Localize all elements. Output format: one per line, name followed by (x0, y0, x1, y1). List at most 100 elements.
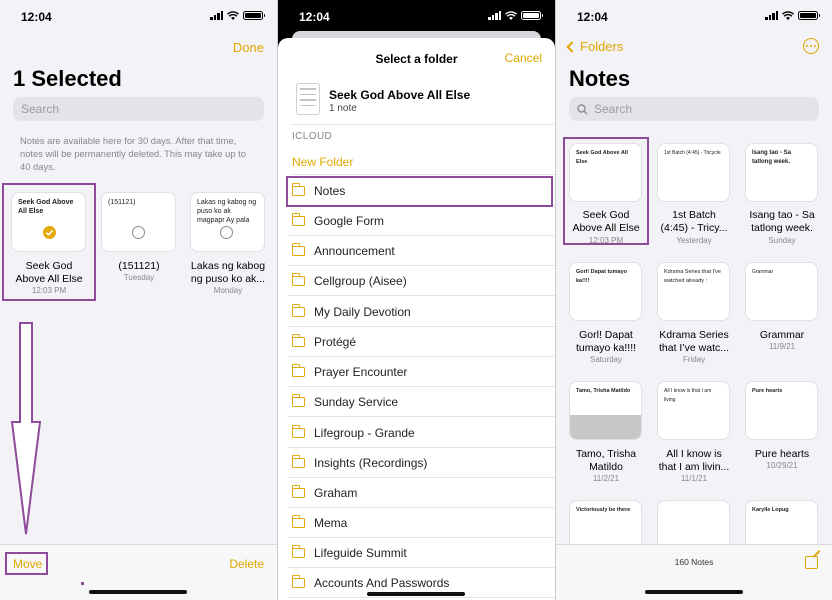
folder-icon (291, 514, 305, 528)
search-input[interactable]: Search (569, 97, 819, 121)
battery-icon (521, 11, 543, 20)
cursor-dot (81, 582, 84, 585)
folder-icon (291, 242, 305, 256)
home-indicator (645, 590, 743, 594)
signal-icon (488, 11, 501, 20)
folder-item[interactable]: Prayer Encounter (288, 357, 555, 387)
note-date: 11/1/21 (680, 474, 708, 483)
note-preview: Isang tao - Sa tatlong week. (752, 150, 792, 165)
folder-icon (291, 544, 305, 558)
folder-icon (291, 574, 305, 588)
note-title: Tamo, Trisha Matildo (575, 448, 637, 473)
folder-icon (291, 363, 305, 377)
folder-item[interactable]: Insights (Recordings) (288, 448, 555, 478)
search-input[interactable]: Search (13, 97, 264, 121)
note-title: Gorl! Dapat tumayo ka!!!! (575, 329, 637, 354)
new-folder-button[interactable]: New Folder (292, 155, 353, 169)
selection-highlight (2, 183, 96, 301)
chevron-left-icon (566, 40, 578, 53)
note-title: All I know is that I am livin... (658, 448, 730, 473)
folder-item[interactable]: Lifegroup - Grande (288, 418, 555, 448)
signal-icon (210, 11, 223, 20)
home-indicator (367, 592, 465, 596)
note-thumbnail[interactable]: Isang tao - Sa tatlong week. (745, 143, 818, 202)
select-folder-panel: 12:04 Select a folder Cancel Seek God Ab… (278, 0, 555, 600)
note-date: Monday (213, 286, 243, 295)
note-thumbnail[interactable]: Pure hearts (745, 381, 818, 440)
folder-icon (291, 303, 305, 317)
cancel-button[interactable]: Cancel (505, 51, 542, 65)
recently-deleted-panel: 12:04 Done 1 Selected Search Notes are a… (0, 0, 277, 600)
note-thumbnail[interactable]: 1st Batch (4:45) - Tricycle (657, 143, 730, 202)
checkbox-unselected-icon[interactable] (220, 226, 233, 239)
note-title: Grammar (759, 329, 805, 341)
bottom-toolbar: Move Delete (0, 544, 277, 600)
more-options-icon[interactable] (803, 38, 819, 54)
note-preview: 1st Batch (4:45) - Tricycle (664, 150, 721, 156)
search-placeholder: Search (21, 102, 60, 116)
status-time: 12:04 (21, 10, 52, 24)
done-button[interactable]: Done (233, 40, 264, 55)
note-thumbnail[interactable]: Tamo, Trisha Matildo (569, 381, 642, 440)
note-date: 11/2/21 (592, 474, 620, 483)
note-title: Kdrama Series that I’ve watc... (658, 329, 730, 354)
battery-icon (798, 11, 820, 20)
note-date: 11/9/21 (768, 342, 796, 351)
note-date: Sunday (768, 236, 796, 245)
note-thumbnail[interactable]: All I know is that I am living (657, 381, 730, 440)
folder-item[interactable]: Lifeguide Summit (288, 538, 555, 568)
note-preview: Pure hearts (752, 388, 783, 394)
section-header: ICLOUD (292, 131, 333, 142)
note-thumbnail[interactable]: Lakas ng kabog ng puso ko ak magpapr Ay … (190, 192, 265, 252)
status-bar: 12:04 (278, 0, 555, 32)
folder-item[interactable]: Graham (288, 478, 555, 508)
folder-item[interactable]: Mema (288, 508, 555, 538)
note-title: 1st Batch (4:45) - Tricy... (660, 209, 728, 234)
search-icon (577, 103, 588, 114)
folder-item[interactable]: Cellgroup (Aisee) (288, 266, 555, 296)
page-title: Notes (569, 66, 631, 91)
arrow-down-icon (10, 322, 42, 535)
note-preview: Grammar (752, 269, 774, 275)
notes-folder-panel: 12:04 Folders Notes Search Seek God Abov… (556, 0, 832, 600)
folder-icon (291, 424, 305, 438)
bottom-toolbar: 160 Notes (556, 544, 832, 600)
folder-sheet: Select a folder Cancel Seek God Above Al… (278, 38, 555, 600)
note-preview: (151121) (108, 199, 136, 206)
wifi-icon (505, 11, 517, 20)
moved-note-highlight (563, 137, 649, 245)
back-button[interactable]: Folders (566, 39, 623, 54)
note-preview: Lakas ng kabog ng puso ko ak magpapr Ay … (197, 199, 257, 224)
folder-item[interactable]: Sunday Service (288, 387, 555, 417)
note-date: Yesterday (676, 236, 712, 245)
folder-item[interactable]: Google Form (288, 206, 555, 236)
note-preview (658, 501, 729, 511)
note-preview: Victoriously be there (576, 507, 631, 513)
note-thumbnail[interactable]: Kdrama Series that I've watched already … (657, 262, 730, 321)
note-thumbnail[interactable]: Grammar (745, 262, 818, 321)
note-preview: Gorl! Dapat tumayo ka!!!! (576, 269, 628, 284)
note-preview: Kdrama Series that I've watched already … (664, 269, 721, 284)
status-bar: 12:04 (0, 0, 277, 32)
folder-item[interactable]: My Daily Devotion (288, 297, 555, 327)
note-title: Lakas ng kabog ng puso ko ak... (190, 260, 266, 285)
note-thumbnail[interactable]: (151121) (101, 192, 176, 252)
folder-item[interactable]: Announcement (288, 236, 555, 266)
folder-icon (291, 393, 305, 407)
home-indicator (89, 590, 187, 594)
wifi-icon (227, 11, 239, 20)
note-thumbnail[interactable]: Gorl! Dapat tumayo ka!!!! (569, 262, 642, 321)
note-count: 160 Notes (674, 557, 714, 567)
folder-icon (291, 454, 305, 468)
note-preview: Karylle Lopug (752, 507, 789, 513)
note-preview: All I know is that I am living (664, 388, 712, 403)
folder-icon (291, 212, 305, 226)
note-preview: Tamo, Trisha Matildo (576, 388, 631, 394)
compose-icon[interactable] (805, 556, 818, 569)
checkbox-unselected-icon[interactable] (132, 226, 145, 239)
folder-item[interactable]: Protégé (288, 327, 555, 357)
page-title: 1 Selected (13, 66, 122, 91)
battery-icon (243, 11, 265, 20)
delete-button[interactable]: Delete (229, 557, 264, 571)
folder-icon (291, 484, 305, 498)
